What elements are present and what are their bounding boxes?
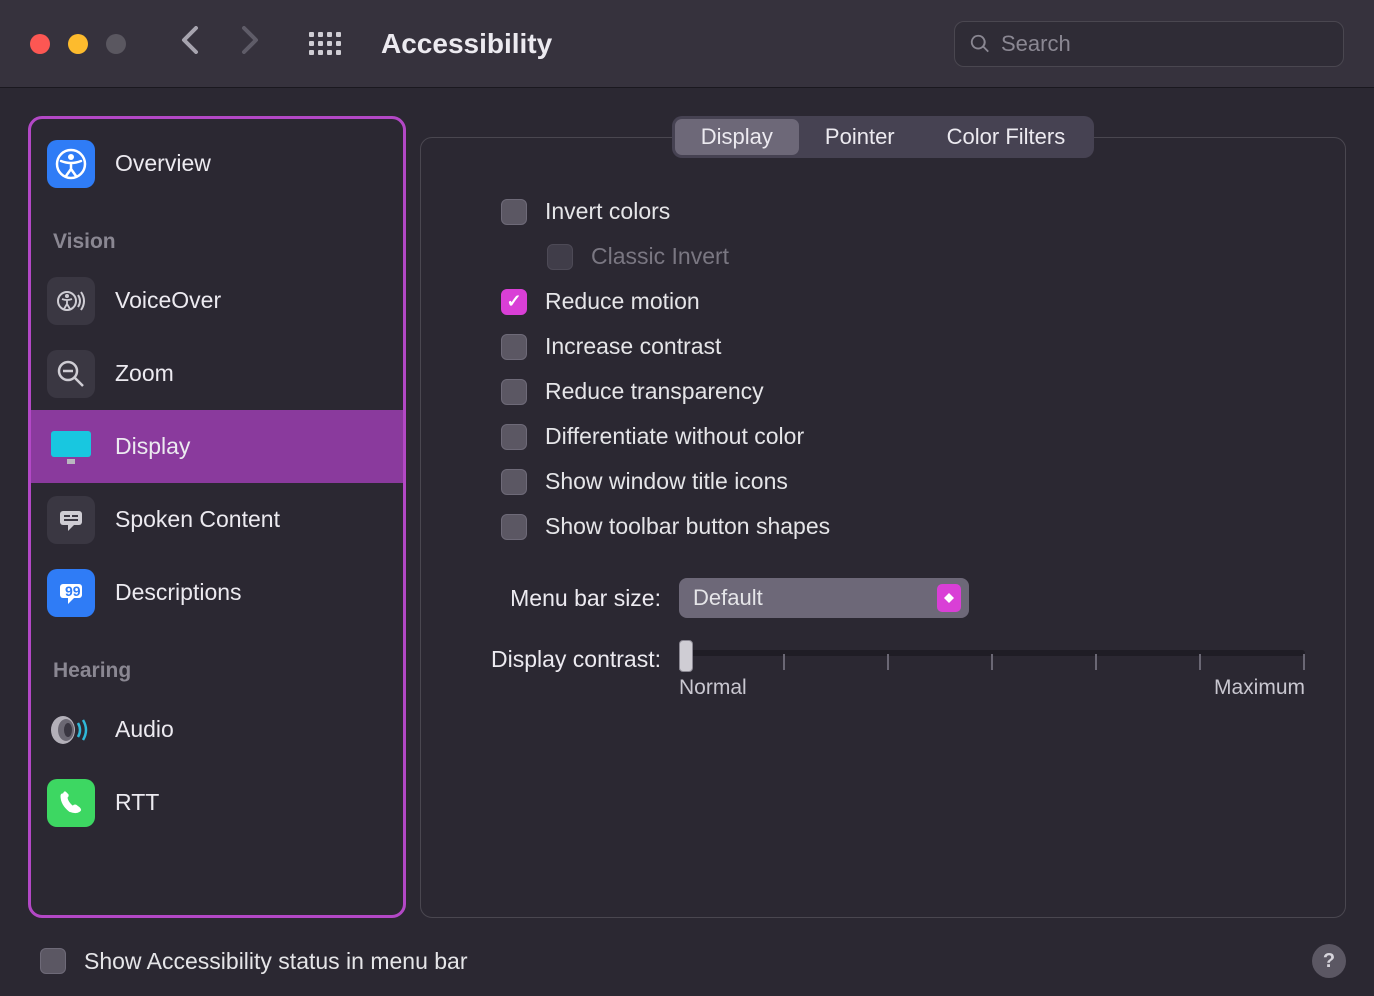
- slider-min-label: Normal: [679, 676, 747, 700]
- zoom-button: [106, 34, 126, 54]
- sidebar-label: Display: [115, 433, 190, 460]
- row-increase-contrast[interactable]: Increase contrast: [501, 333, 1305, 360]
- select-stepper-icon: [937, 584, 961, 612]
- titlebar: Accessibility: [0, 0, 1374, 88]
- display-contrast-row: Display contrast: Normal Maximum: [461, 642, 1305, 700]
- check-label: Classic Invert: [591, 243, 729, 270]
- descriptions-icon: 99: [47, 569, 95, 617]
- sidebar-item-spoken-content[interactable]: Spoken Content: [31, 483, 403, 556]
- sidebar-item-display[interactable]: Display: [31, 410, 403, 483]
- slider-max-label: Maximum: [1214, 676, 1305, 700]
- row-classic-invert: Classic Invert: [501, 243, 1305, 270]
- checkbox-increase-contrast[interactable]: [501, 334, 527, 360]
- search-icon: [969, 33, 991, 55]
- row-reduce-motion[interactable]: Reduce motion: [501, 288, 1305, 315]
- sidebar-label: Spoken Content: [115, 506, 280, 533]
- accessibility-icon: [47, 140, 95, 188]
- sidebar-label: VoiceOver: [115, 287, 221, 314]
- checkbox-reduce-motion[interactable]: [501, 289, 527, 315]
- section-header-vision: Vision: [31, 200, 403, 264]
- body-area: Overview Vision VoiceOver Zoom Displa: [0, 88, 1374, 932]
- audio-icon: [47, 706, 95, 754]
- sidebar: Overview Vision VoiceOver Zoom Displa: [28, 116, 406, 918]
- check-label: Reduce transparency: [545, 378, 764, 405]
- menu-bar-size-label: Menu bar size:: [471, 585, 661, 612]
- accessibility-window: Accessibility Overview Vision VoiceOver: [0, 0, 1374, 996]
- back-button[interactable]: [181, 26, 199, 61]
- tabs: Display Pointer Color Filters: [420, 116, 1346, 158]
- slider-track[interactable]: [679, 650, 1305, 656]
- row-reduce-transparency[interactable]: Reduce transparency: [501, 378, 1305, 405]
- row-invert-colors[interactable]: Invert colors: [501, 198, 1305, 225]
- select-value: Default: [693, 585, 763, 611]
- main-panel: Display Pointer Color Filters Invert col…: [420, 116, 1346, 918]
- nav-arrows: [181, 26, 259, 61]
- sidebar-label: Audio: [115, 716, 174, 743]
- row-toolbar-shapes[interactable]: Show toolbar button shapes: [501, 513, 1305, 540]
- menu-bar-size-row: Menu bar size: Default: [461, 578, 1305, 618]
- row-differentiate-no-color[interactable]: Differentiate without color: [501, 423, 1305, 450]
- minimize-button[interactable]: [68, 34, 88, 54]
- window-title: Accessibility: [381, 28, 954, 60]
- footer: Show Accessibility status in menu bar ?: [0, 932, 1374, 996]
- sidebar-item-overview[interactable]: Overview: [31, 127, 403, 200]
- spoken-content-icon: [47, 496, 95, 544]
- svg-text:99: 99: [65, 583, 81, 599]
- forward-button: [241, 26, 259, 61]
- row-window-title-icons[interactable]: Show window title icons: [501, 468, 1305, 495]
- footer-label: Show Accessibility status in menu bar: [84, 948, 468, 975]
- sidebar-label: Descriptions: [115, 579, 242, 606]
- check-label: Show window title icons: [545, 468, 788, 495]
- sidebar-label: RTT: [115, 789, 159, 816]
- search-field[interactable]: [954, 21, 1344, 67]
- check-label: Differentiate without color: [545, 423, 804, 450]
- sidebar-item-descriptions[interactable]: 99 Descriptions: [31, 556, 403, 629]
- checklist: Invert colors Classic Invert Reduce moti…: [461, 198, 1305, 540]
- checkbox-invert-colors[interactable]: [501, 199, 527, 225]
- check-label: Invert colors: [545, 198, 670, 225]
- menu-bar-size-select[interactable]: Default: [679, 578, 969, 618]
- check-label: Show toolbar button shapes: [545, 513, 830, 540]
- display-contrast-slider[interactable]: Normal Maximum: [679, 642, 1305, 700]
- checkbox-window-title-icons[interactable]: [501, 469, 527, 495]
- display-panel-body: Invert colors Classic Invert Reduce moti…: [420, 137, 1346, 918]
- rtt-icon: [47, 779, 95, 827]
- zoom-icon: [47, 350, 95, 398]
- sidebar-item-zoom[interactable]: Zoom: [31, 337, 403, 410]
- slider-labels: Normal Maximum: [679, 676, 1305, 700]
- checkbox-toolbar-shapes[interactable]: [501, 514, 527, 540]
- display-contrast-label: Display contrast:: [471, 642, 661, 673]
- tab-pointer[interactable]: Pointer: [799, 119, 921, 155]
- close-button[interactable]: [30, 34, 50, 54]
- sidebar-item-rtt[interactable]: RTT: [31, 766, 403, 839]
- display-icon: [47, 423, 95, 471]
- check-label: Increase contrast: [545, 333, 721, 360]
- sidebar-label: Overview: [115, 150, 211, 177]
- section-header-hearing: Hearing: [31, 629, 403, 693]
- sidebar-item-audio[interactable]: Audio: [31, 693, 403, 766]
- help-button[interactable]: ?: [1312, 944, 1346, 978]
- checkbox-classic-invert: [547, 244, 573, 270]
- checkbox-differentiate-no-color[interactable]: [501, 424, 527, 450]
- checkbox-reduce-transparency[interactable]: [501, 379, 527, 405]
- sidebar-item-voiceover[interactable]: VoiceOver: [31, 264, 403, 337]
- search-input[interactable]: [1001, 31, 1329, 57]
- check-label: Reduce motion: [545, 288, 700, 315]
- tab-display[interactable]: Display: [675, 119, 799, 155]
- voiceover-icon: [47, 277, 95, 325]
- show-all-icon[interactable]: [309, 32, 341, 55]
- tab-color-filters[interactable]: Color Filters: [921, 119, 1092, 155]
- traffic-lights: [30, 34, 126, 54]
- segmented-control: Display Pointer Color Filters: [672, 116, 1094, 158]
- checkbox-status-menubar[interactable]: [40, 948, 66, 974]
- slider-thumb[interactable]: [679, 640, 693, 672]
- sidebar-label: Zoom: [115, 360, 174, 387]
